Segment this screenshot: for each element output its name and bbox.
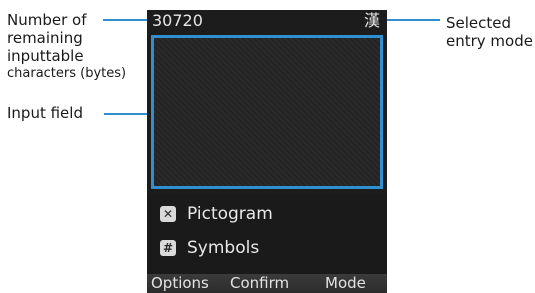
remaining-count-leader-line (103, 19, 151, 21)
softkey-options[interactable]: Options (151, 274, 209, 293)
status-bar: 30720 漢 (147, 10, 387, 32)
softkey-bar: Options Confirm Mode (147, 274, 387, 293)
entry-mode-indicator[interactable]: 漢 (364, 10, 380, 32)
remaining-count-annotation: Number of remaining inputtable character… (7, 11, 126, 83)
hash-key-icon: # (160, 240, 176, 256)
input-field-annotation: Input field (7, 104, 83, 122)
input-menu: ✕ Pictogram # Symbols (147, 194, 387, 274)
remaining-annotation-line-4: characters (bytes) (7, 66, 127, 81)
entry-mode-annotation: Selected entry mode (446, 14, 533, 50)
menu-item-label: Symbols (187, 238, 260, 258)
input-field-leader-line (104, 113, 150, 115)
menu-item-pictogram[interactable]: ✕ Pictogram (160, 200, 273, 228)
softkey-mode[interactable]: Mode (325, 274, 366, 293)
entry-mode-leader-line (378, 19, 440, 21)
remaining-annotation-line-2: remaining (7, 29, 83, 47)
entry-mode-annotation-line-1: Selected (446, 14, 512, 32)
text-input-field[interactable] (151, 35, 383, 189)
x-key-icon: ✕ (160, 206, 176, 222)
softkey-confirm[interactable]: Confirm (230, 274, 289, 293)
entry-mode-annotation-line-2: entry mode (446, 32, 533, 50)
remaining-count: 30720 (152, 11, 203, 30)
remaining-annotation-line-3: inputtable (7, 47, 84, 65)
phone-screen: 30720 漢 ✕ Pictogram # Symbols Options Co… (147, 10, 387, 293)
menu-item-label: Pictogram (187, 204, 273, 224)
menu-item-symbols[interactable]: # Symbols (160, 234, 259, 262)
